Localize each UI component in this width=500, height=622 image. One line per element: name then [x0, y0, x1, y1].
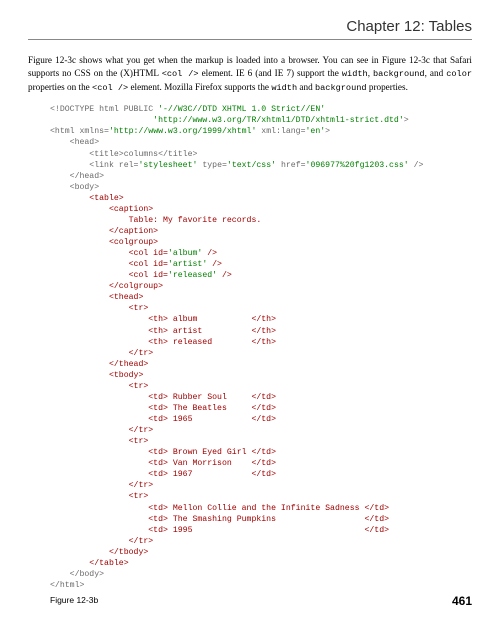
code-line-11: Table: My favorite records.	[50, 216, 261, 225]
body-run4: , and	[425, 68, 447, 78]
inline-code-col1: <col />	[162, 69, 199, 79]
code-line-27: <td> Rubber Soul </td>	[50, 393, 276, 402]
code-line-13: <colgroup>	[50, 238, 158, 247]
code-line-02: 'http://www.w3.org/TR/xhtml1/DTD/xhtml1-…	[50, 116, 404, 125]
code-line-14b: 'album'	[168, 249, 202, 258]
body-run6: element. Mozilla Firefox supports the	[128, 82, 271, 92]
code-line-22: <th> released </th>	[50, 338, 276, 347]
code-line-10: <caption>	[50, 205, 153, 214]
code-line-01b: '-//W3C//DTD XHTML 1.0 Strict//EN'	[158, 105, 325, 114]
code-line-03a: <html xmlns=	[50, 127, 109, 136]
code-line-16b: 'released'	[168, 271, 217, 280]
code-line-06f: '096977%20fg1203.css'	[306, 161, 409, 170]
code-line-15b: 'artist'	[168, 260, 207, 269]
inline-code-color: color	[446, 69, 472, 79]
code-line-41: </tbody>	[50, 548, 148, 557]
body-run8: properties.	[367, 82, 408, 92]
body-run7: and	[297, 82, 315, 92]
code-line-02z: >	[404, 116, 409, 125]
code-line-06e: href=	[276, 161, 305, 170]
code-line-06c: type=	[197, 161, 226, 170]
inline-code-width2: width	[271, 83, 297, 93]
code-line-30: </tr>	[50, 426, 153, 435]
code-line-43: </body>	[50, 570, 104, 579]
code-line-08: <body>	[50, 183, 99, 192]
inline-code-width1: width	[342, 69, 368, 79]
body-run5: properties on the	[28, 82, 92, 92]
code-line-15a: <col id=	[50, 260, 168, 269]
code-line-06g: />	[409, 161, 424, 170]
code-line-25: <tbody>	[50, 371, 143, 380]
code-line-15c: />	[207, 260, 222, 269]
code-line-06d: 'text/css'	[227, 161, 276, 170]
code-line-06a: <link rel=	[50, 161, 138, 170]
code-line-16c: />	[217, 271, 232, 280]
body-paragraph: Figure 12-3c shows what you get when the…	[28, 54, 472, 94]
chapter-title: Chapter 12: Tables	[28, 18, 472, 35]
code-line-07: </head>	[50, 172, 104, 181]
code-line-42: </table>	[50, 559, 129, 568]
code-line-14c: />	[202, 249, 217, 258]
code-line-39: <td> 1995 </td>	[50, 526, 389, 535]
code-line-05: <title>columns</title>	[50, 150, 197, 159]
page-number: 461	[452, 594, 472, 608]
code-line-36: <tr>	[50, 492, 148, 501]
code-line-01a: <!DOCTYPE html PUBLIC	[50, 105, 158, 114]
code-line-21: <th> artist </th>	[50, 327, 276, 336]
code-line-04: <head>	[50, 138, 99, 147]
code-line-09: <table>	[50, 194, 124, 203]
code-line-19: <tr>	[50, 304, 148, 313]
code-line-24: </thead>	[50, 360, 148, 369]
code-line-38: <td> The Smashing Pumpkins </td>	[50, 515, 389, 524]
code-listing: <!DOCTYPE html PUBLIC '-//W3C//DTD XHTML…	[50, 104, 472, 591]
code-line-32: <td> Brown Eyed Girl </td>	[50, 448, 276, 457]
code-line-40: </tr>	[50, 537, 153, 546]
code-line-28: <td> The Beatles </td>	[50, 404, 276, 413]
code-line-03d: 'en'	[306, 127, 326, 136]
code-line-20: <th> album </th>	[50, 315, 276, 324]
code-line-37: <td> Mellon Collie and the Infinite Sadn…	[50, 504, 389, 513]
code-line-34: <td> 1967 </td>	[50, 470, 276, 479]
code-line-03c: xml:lang=	[256, 127, 305, 136]
code-line-03b: 'http://www.w3.org/1999/xhtml'	[109, 127, 256, 136]
code-line-31: <tr>	[50, 437, 148, 446]
code-line-17: </colgroup>	[50, 282, 163, 291]
header-rule	[28, 39, 472, 40]
code-line-12: </caption>	[50, 227, 158, 236]
code-line-26: <tr>	[50, 382, 148, 391]
code-line-35: </tr>	[50, 481, 153, 490]
code-line-14a: <col id=	[50, 249, 168, 258]
inline-code-col2: <col />	[92, 83, 128, 93]
code-line-44: </html>	[50, 581, 84, 590]
code-line-33: <td> Van Morrison </td>	[50, 459, 276, 468]
figure-label: Figure 12-3b	[50, 595, 472, 605]
code-line-29: <td> 1965 </td>	[50, 415, 276, 424]
code-line-03e: >	[325, 127, 330, 136]
code-line-16a: <col id=	[50, 271, 168, 280]
code-line-06b: 'stylesheet'	[138, 161, 197, 170]
code-line-23: </tr>	[50, 349, 153, 358]
body-run2: element. IE 6 (and IE 7) support the	[199, 68, 342, 78]
inline-code-background2: background	[315, 83, 367, 93]
code-line-18: <thead>	[50, 293, 143, 302]
inline-code-background1: background	[373, 69, 425, 79]
